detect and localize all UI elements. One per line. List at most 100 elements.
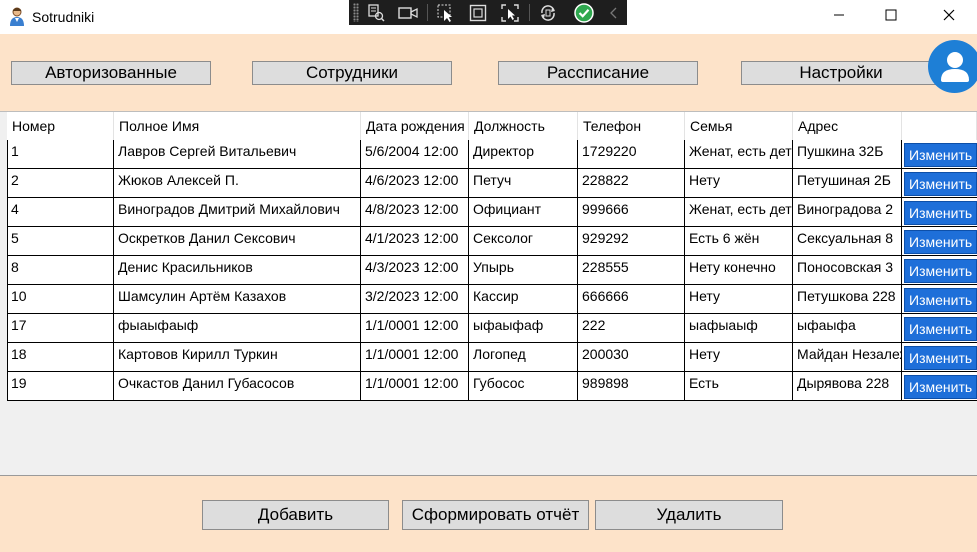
maximize-button[interactable]	[864, 0, 918, 34]
cell-number[interactable]: 8	[7, 256, 114, 284]
cell-full-name[interactable]: Картовов Кирилл Туркин	[114, 343, 361, 371]
cell-family[interactable]: Нету	[685, 169, 793, 197]
cell-birth-date[interactable]: 1/1/0001 12:00	[361, 314, 469, 342]
cell-position[interactable]: Сексолог	[469, 227, 578, 255]
cell-phone[interactable]: 999666	[578, 198, 685, 226]
cell-phone[interactable]: 929292	[578, 227, 685, 255]
cell-address[interactable]: Майдан Незалежности	[793, 343, 902, 371]
employees-table[interactable]: Номер Полное Имя Дата рождения Должность Тел…	[0, 111, 977, 476]
cell-family[interactable]: Есть 6 жён	[685, 227, 793, 255]
table-row[interactable]: 8 Денис Красильников 4/3/2023 12:00 Упырь 22…	[7, 256, 977, 285]
cell-position[interactable]: Кассир	[469, 285, 578, 313]
cell-full-name[interactable]: Денис Красильников	[114, 256, 361, 284]
cell-phone[interactable]: 200030	[578, 343, 685, 371]
schedule-button[interactable]: Рассписание	[498, 61, 698, 85]
cell-position[interactable]: Петуч	[469, 169, 578, 197]
edit-button[interactable]: Изменить	[904, 288, 977, 312]
col-header-full-name[interactable]: Полное Имя	[114, 112, 361, 140]
edit-button[interactable]: Изменить	[904, 201, 977, 225]
cell-family[interactable]: Женат, есть дети	[685, 140, 793, 168]
cell-number[interactable]: 10	[7, 285, 114, 313]
cell-number[interactable]: 5	[7, 227, 114, 255]
cell-full-name[interactable]: Жюков Алексей П.	[114, 169, 361, 197]
edit-button[interactable]: Изменить	[904, 230, 977, 254]
table-row[interactable]: 17 фыаыфаыф 1/1/0001 12:00 ыфаыфаф 222 ыафыаы…	[7, 314, 977, 343]
cell-address[interactable]: Дырявова 228	[793, 372, 902, 400]
table-row[interactable]: 10 Шамсулин Артём Казахов 3/2/2023 12:00 Ка…	[7, 285, 977, 314]
cell-phone[interactable]: 222	[578, 314, 685, 342]
cell-full-name[interactable]: Оскретков Данил Сексович	[114, 227, 361, 255]
cell-phone[interactable]: 228822	[578, 169, 685, 197]
cell-phone[interactable]: 989898	[578, 372, 685, 400]
cell-number[interactable]: 4	[7, 198, 114, 226]
cell-address[interactable]: Сексуальная 8	[793, 227, 902, 255]
cell-position[interactable]: Директор	[469, 140, 578, 168]
cell-family[interactable]: Есть	[685, 372, 793, 400]
cell-full-name[interactable]: Шамсулин Артём Казахов	[114, 285, 361, 313]
settings-button[interactable]: Настройки	[741, 61, 941, 85]
live-visual-tree-icon[interactable]	[365, 2, 387, 23]
cell-family[interactable]: Нету	[685, 285, 793, 313]
cell-number[interactable]: 19	[7, 372, 114, 400]
col-header-actions[interactable]	[902, 112, 977, 140]
col-header-birth-date[interactable]: Дата рождения	[361, 112, 469, 140]
user-avatar-button[interactable]	[928, 40, 977, 93]
cell-address[interactable]: ыфаыфа	[793, 314, 902, 342]
track-focused-element-icon[interactable]	[499, 2, 521, 23]
cell-family[interactable]: Женат, есть дети	[685, 198, 793, 226]
cell-birth-date[interactable]: 4/3/2023 12:00	[361, 256, 469, 284]
cell-full-name[interactable]: Виноградов Дмитрий Михайлович	[114, 198, 361, 226]
cell-phone[interactable]: 228555	[578, 256, 685, 284]
cell-position[interactable]: Губосос	[469, 372, 578, 400]
col-header-address[interactable]: Адрес	[793, 112, 902, 140]
cell-family[interactable]: Нету конечно	[685, 256, 793, 284]
cell-family[interactable]: Нету	[685, 343, 793, 371]
cell-birth-date[interactable]: 4/8/2023 12:00	[361, 198, 469, 226]
cell-phone[interactable]: 1729220	[578, 140, 685, 168]
table-row[interactable]: 5 Оскретков Данил Сексович 4/1/2023 12:00 С…	[7, 227, 977, 256]
edit-button[interactable]: Изменить	[904, 375, 977, 399]
table-row[interactable]: 4 Виноградов Дмитрий Михайлович 4/8/2023 1…	[7, 198, 977, 227]
cell-position[interactable]: ыфаыфаф	[469, 314, 578, 342]
cell-full-name[interactable]: Лавров Сергей Витальевич	[114, 140, 361, 168]
edit-button[interactable]: Изменить	[904, 143, 977, 167]
grip-icon[interactable]	[353, 3, 359, 22]
col-header-number[interactable]: Номер	[7, 112, 114, 140]
cell-number[interactable]: 1	[7, 140, 114, 168]
checkmark-icon[interactable]	[573, 2, 595, 23]
col-header-position[interactable]: Должность	[469, 112, 578, 140]
cell-number[interactable]: 2	[7, 169, 114, 197]
cell-birth-date[interactable]: 1/1/0001 12:00	[361, 343, 469, 371]
edit-button[interactable]: Изменить	[904, 346, 977, 370]
col-header-family[interactable]: Семья	[685, 112, 793, 140]
cell-full-name[interactable]: фыаыфаыф	[114, 314, 361, 342]
delete-button[interactable]: Удалить	[595, 500, 783, 530]
generate-report-button[interactable]: Сформировать отчёт	[402, 500, 589, 530]
cell-position[interactable]: Упырь	[469, 256, 578, 284]
minimize-button[interactable]	[812, 0, 866, 34]
cell-position[interactable]: Логопед	[469, 343, 578, 371]
cell-address[interactable]: Пушкина 32Б	[793, 140, 902, 168]
edit-button[interactable]: Изменить	[904, 259, 977, 283]
hot-reload-icon[interactable]	[537, 2, 559, 23]
select-element-icon[interactable]	[435, 2, 457, 23]
cell-birth-date[interactable]: 1/1/0001 12:00	[361, 372, 469, 400]
display-layout-adorners-icon[interactable]	[467, 2, 489, 23]
table-row[interactable]: 19 Очкастов Данил Губасосов 1/1/0001 12:00…	[7, 372, 977, 401]
employees-button[interactable]: Сотрудники	[252, 61, 452, 85]
edit-button[interactable]: Изменить	[904, 172, 977, 196]
cell-birth-date[interactable]: 4/1/2023 12:00	[361, 227, 469, 255]
cell-phone[interactable]: 666666	[578, 285, 685, 313]
cell-number[interactable]: 17	[7, 314, 114, 342]
col-header-phone[interactable]: Телефон	[578, 112, 685, 140]
table-row[interactable]: 1 Лавров Сергей Витальевич 5/6/2004 12:00 Д…	[7, 140, 977, 169]
table-row[interactable]: 18 Картовов Кирилл Туркин 1/1/0001 12:00 Ло…	[7, 343, 977, 372]
cell-birth-date[interactable]: 3/2/2023 12:00	[361, 285, 469, 313]
collapse-chevron-icon[interactable]	[603, 2, 625, 23]
cell-address[interactable]: Петушиная 2Б	[793, 169, 902, 197]
cell-number[interactable]: 18	[7, 343, 114, 371]
cell-family[interactable]: ыафыаыф	[685, 314, 793, 342]
edit-button[interactable]: Изменить	[904, 317, 977, 341]
record-icon[interactable]	[397, 2, 419, 23]
close-button[interactable]	[922, 0, 976, 34]
